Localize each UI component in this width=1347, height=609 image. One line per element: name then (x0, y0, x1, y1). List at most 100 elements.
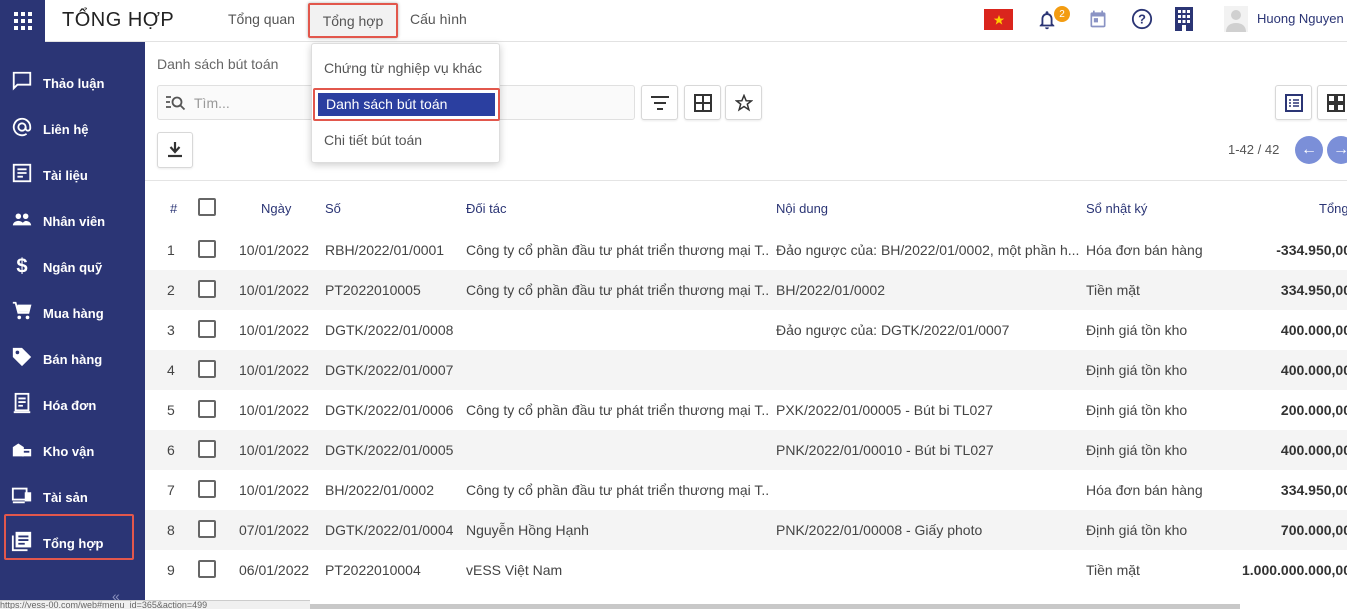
cell-content: PNK/2022/01/00008 - Giấy photo (776, 522, 983, 538)
breadcrumb: Danh sách bút toán (157, 56, 279, 72)
user-name[interactable]: Huong Nguyen (1257, 11, 1344, 26)
sidebar-item-ban-hang[interactable]: Bán hàng (0, 338, 145, 378)
sidebar-item-nhan-vien[interactable]: Nhân viên (0, 200, 145, 240)
table-row[interactable]: 1 10/01/2022 RBH/2022/01/0001 Công ty cổ ph… (145, 230, 1347, 270)
sidebar-item-label: Thảo luận (43, 76, 105, 91)
pager-value[interactable]: 1-42 / 42 (1228, 142, 1279, 157)
menu-cau-hinh[interactable]: Cấu hình (410, 11, 467, 27)
search-icon (166, 96, 186, 111)
user-avatar[interactable] (1224, 6, 1248, 32)
row-checkbox[interactable] (198, 560, 216, 578)
arrow-right-icon: → (1333, 141, 1347, 158)
top-navbar: TỔNG HỢP Tổng quan Tổng hợp Cấu hình 2 ?… (0, 0, 1347, 42)
row-checkbox[interactable] (198, 320, 216, 338)
row-checkbox[interactable] (198, 520, 216, 538)
cell-number: PT2022010005 (325, 282, 421, 298)
table-row[interactable]: 8 07/01/2022 DGTK/2022/01/0004 Nguyễn Hồng … (145, 510, 1347, 550)
cell-total: 1.000.000.000,00 (1242, 562, 1347, 578)
favorites-button[interactable] (725, 85, 762, 120)
sidebar-item-tai-san[interactable]: Tài sản (0, 476, 145, 516)
cell-date: 06/01/2022 (239, 562, 310, 578)
column-header-date[interactable]: Ngày (261, 201, 291, 216)
table-row[interactable]: 9 06/01/2022 PT2022010004 vESS Việt Nam Tiền… (145, 550, 1347, 590)
cell-content: Đảo ngược của: DGTK/2022/01/0007 (776, 322, 1010, 338)
sidebar-item-mua-hang[interactable]: Mua hàng (0, 292, 145, 332)
cell-partner: Công ty cổ phần đầu tư phát triển thương… (466, 242, 770, 258)
row-checkbox[interactable] (198, 280, 216, 298)
sidebar-item-lien-he[interactable]: Liên hệ (0, 108, 145, 148)
pager-next-button[interactable]: → (1327, 136, 1347, 164)
group-by-button[interactable] (684, 85, 721, 120)
column-header-journal[interactable]: Sổ nhật ký (1086, 201, 1147, 216)
dropdown-item-chi-tiet[interactable]: Chi tiết bút toán (312, 124, 501, 154)
column-header-content[interactable]: Nội dung (776, 201, 828, 216)
cell-index: 9 (167, 562, 175, 578)
svg-text:?: ? (1138, 12, 1146, 27)
cell-total: -334.950,00 (1276, 242, 1347, 258)
tag-icon (12, 347, 32, 367)
cell-number: DGTK/2022/01/0007 (325, 362, 454, 378)
cell-partner: Nguyễn Hồng Hạnh (466, 522, 589, 538)
calendar-icon[interactable] (1088, 8, 1108, 35)
cell-date: 10/01/2022 (239, 282, 310, 298)
help-icon[interactable]: ? (1131, 8, 1153, 35)
sidebar-item-label: Tài liệu (43, 168, 88, 183)
cell-index: 4 (167, 362, 175, 378)
download-button[interactable] (157, 132, 193, 168)
sidebar-item-kho-van[interactable]: Kho vận (0, 430, 145, 470)
cell-date: 07/01/2022 (239, 522, 310, 538)
company-building-icon[interactable] (1174, 7, 1194, 36)
cell-number: DGTK/2022/01/0005 (325, 442, 454, 458)
row-checkbox[interactable] (198, 240, 216, 258)
apps-menu-icon[interactable] (0, 0, 45, 42)
column-header-partner[interactable]: Đối tác (466, 201, 506, 216)
sidebar-item-label: Kho vận (43, 444, 95, 459)
cell-index: 1 (167, 242, 175, 258)
sidebar-item-tai-lieu[interactable]: Tài liệu (0, 154, 145, 194)
table-row[interactable]: 7 10/01/2022 BH/2022/01/0002 Công ty cổ phầ… (145, 470, 1347, 510)
app-title: TỔNG HỢP (62, 9, 175, 31)
table-row[interactable]: 5 10/01/2022 DGTK/2022/01/0006 Công ty cổ p… (145, 390, 1347, 430)
cell-index: 3 (167, 322, 175, 338)
row-checkbox[interactable] (198, 480, 216, 498)
table-row[interactable]: 2 10/01/2022 PT2022010005 Công ty cổ phần đ… (145, 270, 1347, 310)
filter-button[interactable] (641, 85, 678, 120)
table-row[interactable]: 3 10/01/2022 DGTK/2022/01/0008 Đảo ngược củ… (145, 310, 1347, 350)
tong-hop-dropdown-menu: Chứng từ nghiệp vụ khác Danh sách bút to… (311, 43, 500, 163)
sidebar-item-thao-luan[interactable]: Thảo luận (0, 62, 145, 102)
sidebar: Thảo luận Liên hệ Tài liệu Nhân viên $ N… (0, 42, 145, 609)
dropdown-item-chung-tu[interactable]: Chứng từ nghiệp vụ khác (312, 52, 501, 82)
dropdown-item-label: Danh sách bút toán (326, 96, 448, 112)
dropdown-item-label: Chứng từ nghiệp vụ khác (324, 60, 483, 76)
sidebar-item-hoa-don[interactable]: Hóa đơn (0, 384, 145, 424)
browser-status-bar: https://vess-00.com/web#menu_id=365&acti… (0, 600, 310, 609)
vietnam-flag-icon[interactable] (984, 9, 1013, 30)
column-header-total[interactable]: Tổng (1319, 201, 1347, 216)
select-all-checkbox[interactable] (198, 198, 216, 216)
star-icon (734, 93, 753, 111)
table-row[interactable]: 4 10/01/2022 DGTK/2022/01/0007 Định giá tồn… (145, 350, 1347, 390)
menu-tong-quan[interactable]: Tổng quan (228, 11, 295, 27)
menu-tong-hop[interactable]: Tổng hợp (308, 3, 398, 38)
row-checkbox[interactable] (198, 440, 216, 458)
document-icon (12, 163, 32, 183)
sidebar-item-label: Nhân viên (43, 214, 106, 229)
table-row[interactable]: 6 10/01/2022 DGTK/2022/01/0005 PNK/2022/01/… (145, 430, 1347, 470)
column-header-index: # (170, 201, 178, 216)
list-view-button[interactable] (1275, 85, 1312, 120)
sidebar-item-ngan-quy[interactable]: $ Ngân quỹ (0, 246, 145, 286)
cell-number: DGTK/2022/01/0008 (325, 322, 454, 338)
dropdown-item-danh-sach-but-toan[interactable]: Danh sách bút toán (313, 88, 500, 121)
horizontal-scrollbar[interactable] (310, 604, 1240, 609)
kanban-view-button[interactable] (1317, 85, 1347, 120)
cell-partner: vESS Việt Nam (466, 562, 563, 578)
cell-date: 10/01/2022 (239, 362, 310, 378)
row-checkbox[interactable] (198, 360, 216, 378)
row-checkbox[interactable] (198, 400, 216, 418)
pager-previous-button[interactable]: ← (1295, 136, 1323, 164)
column-header-number[interactable]: Số (325, 201, 341, 216)
cell-total: 700.000,00 (1280, 522, 1347, 538)
arrow-left-icon: ← (1301, 141, 1317, 158)
cell-index: 7 (167, 482, 175, 498)
cell-total: 400.000,00 (1280, 322, 1347, 338)
